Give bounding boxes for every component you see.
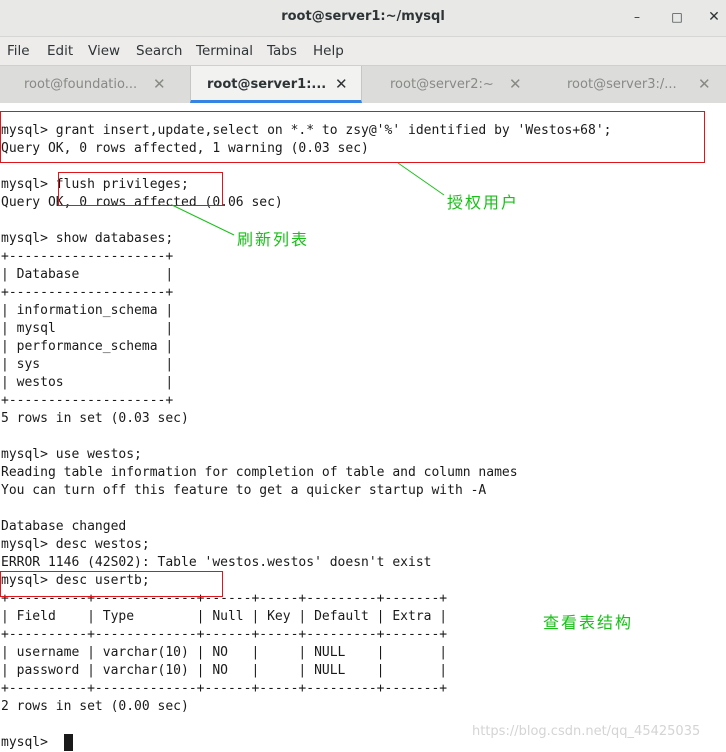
annotation-leaders (171, 162, 445, 236)
grant-leader-line (397, 162, 445, 196)
flush-note: 刷新列表 (237, 230, 310, 249)
watermark: https://blog.csdn.net/qq_45425035 (472, 724, 701, 739)
grant-note: 授权用户 (447, 193, 520, 212)
desc-note: 查看表结构 (543, 613, 634, 632)
flush-leader-line (171, 204, 235, 236)
